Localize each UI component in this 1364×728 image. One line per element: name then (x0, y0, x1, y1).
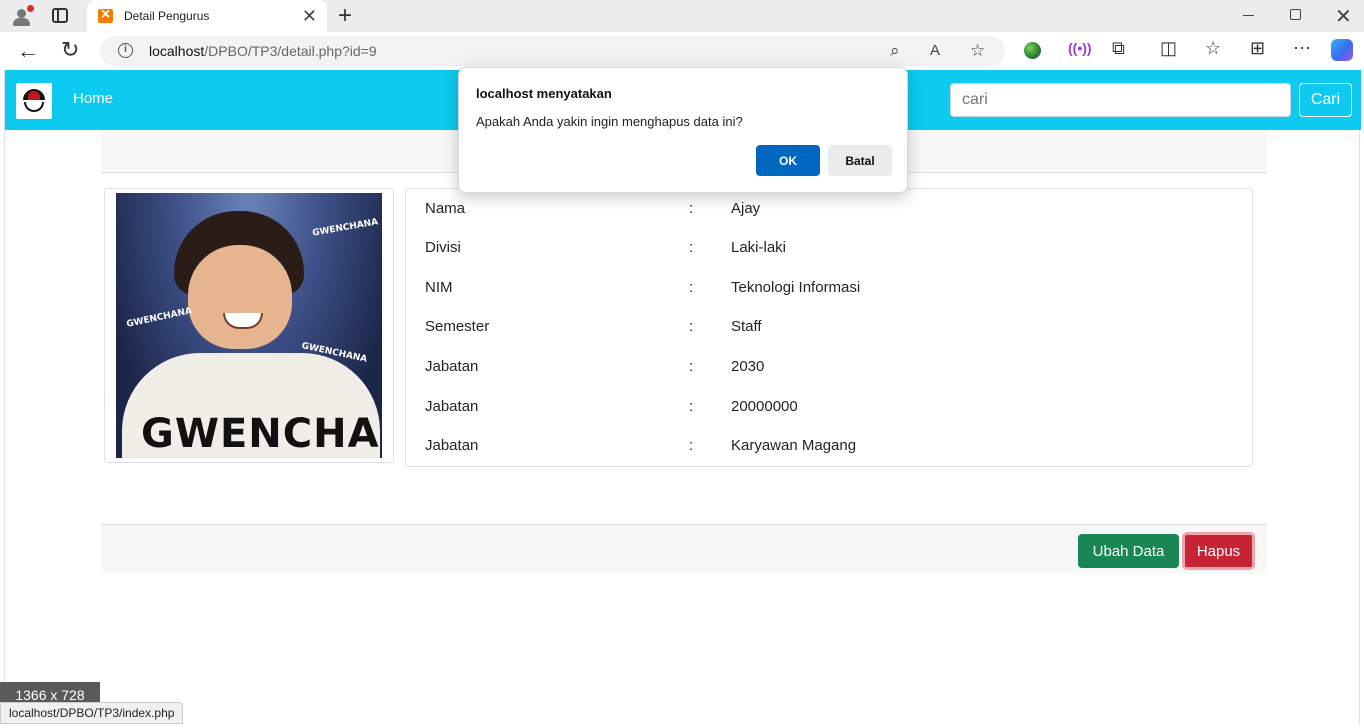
tab-title: Detail Pengurus (124, 9, 210, 23)
browser-tab[interactable]: Detail Pengurus ✕ (87, 0, 327, 32)
window-close-icon[interactable]: ✕ (1335, 4, 1352, 29)
detail-value: Ajay (731, 200, 761, 217)
extension-globe-icon[interactable] (1024, 42, 1041, 59)
detail-label: Semester (425, 318, 490, 335)
detail-value: 20000000 (731, 398, 798, 415)
favorites-icon[interactable]: ☆ (1205, 38, 1221, 59)
confirm-dialog: localhost menyatakan Apakah Anda yakin i… (458, 67, 908, 193)
card-footer: Ubah Data Hapus (101, 524, 1267, 574)
detail-row: Jabatan : 2030 (425, 358, 765, 375)
detail-row: NIM : Teknologi Informasi (425, 279, 861, 296)
back-icon[interactable]: ← (17, 38, 39, 64)
minimize-icon[interactable] (1243, 15, 1254, 16)
detail-value: Staff (731, 318, 762, 335)
detail-row: Semester : Staff (425, 318, 762, 335)
more-options-icon[interactable]: ⋯ (1293, 38, 1311, 59)
browser-tab-strip: Detail Pengurus ✕ + ✕ (0, 0, 1364, 32)
detail-row: Nama : Ajay (425, 200, 761, 217)
dialog-title: localhost menyatakan (476, 86, 612, 101)
detail-label: Nama (425, 200, 466, 217)
read-aloud-icon[interactable]: A (930, 42, 940, 59)
restore-icon[interactable] (1290, 9, 1301, 20)
dialog-ok-button[interactable]: OK (756, 145, 820, 176)
detail-value: Teknologi Informasi (731, 279, 861, 296)
collections-icon[interactable]: ⊞ (1250, 38, 1265, 59)
detail-label: Jabatan (425, 437, 479, 454)
zoom-icon[interactable]: ⌕ (890, 41, 900, 61)
detail-row: Jabatan : 20000000 (425, 398, 798, 415)
address-bar[interactable]: i localhost/DPBO/TP3/detail.php?id=9 ⌕ A… (100, 36, 1005, 66)
dialog-cancel-button[interactable]: Batal (828, 145, 892, 176)
url-text[interactable]: localhost/DPBO/TP3/detail.php?id=9 (149, 43, 377, 59)
profile-photo: GWENCHANA GWENCHANA GWENCHANA GWENCHANA (116, 193, 382, 458)
detail-row: Jabatan : Karyawan Magang (425, 437, 857, 454)
detail-value: Laki-laki (731, 239, 787, 256)
profile-photo-frame: GWENCHANA GWENCHANA GWENCHANA GWENCHANA (104, 188, 394, 463)
detail-row: Divisi : Laki-laki (425, 239, 787, 256)
detail-label: Jabatan (425, 358, 479, 375)
tab-actions-icon[interactable] (52, 8, 68, 23)
detail-label: Divisi (425, 239, 461, 256)
home-link[interactable]: Home (73, 90, 113, 107)
university-logo[interactable] (16, 83, 52, 119)
profile-avatar-icon[interactable] (10, 5, 34, 27)
status-bar-url: localhost/DPBO/TP3/index.php (0, 702, 184, 724)
split-screen-icon[interactable]: ◫ (1160, 38, 1177, 59)
favorite-star-icon[interactable]: ☆ (970, 41, 985, 61)
site-info-icon[interactable]: i (118, 43, 133, 58)
detail-value: Karyawan Magang (731, 437, 857, 454)
xampp-favicon-icon (98, 6, 113, 24)
detail-value: 2030 (731, 358, 765, 375)
new-tab-icon[interactable]: + (338, 2, 352, 30)
extensions-icon[interactable]: ⧉ (1112, 38, 1125, 59)
detail-label: NIM (425, 279, 453, 296)
reload-icon[interactable]: ↻ (61, 37, 79, 63)
detail-label: Jabatan (425, 398, 479, 415)
copilot-icon[interactable] (1331, 39, 1353, 61)
edit-data-button[interactable]: Ubah Data (1078, 534, 1179, 568)
delete-button[interactable]: Hapus (1182, 532, 1255, 570)
search-button[interactable]: Cari (1299, 83, 1352, 117)
dialog-message: Apakah Anda yakin ingin menghapus data i… (476, 114, 743, 129)
search-input[interactable] (950, 83, 1291, 117)
tab-close-icon[interactable]: ✕ (302, 6, 317, 27)
detail-table: Nama : Ajay Divisi : Laki-laki NIM : Tek… (405, 188, 1253, 467)
extension-broadcast-icon[interactable]: ((•)) (1068, 40, 1092, 56)
